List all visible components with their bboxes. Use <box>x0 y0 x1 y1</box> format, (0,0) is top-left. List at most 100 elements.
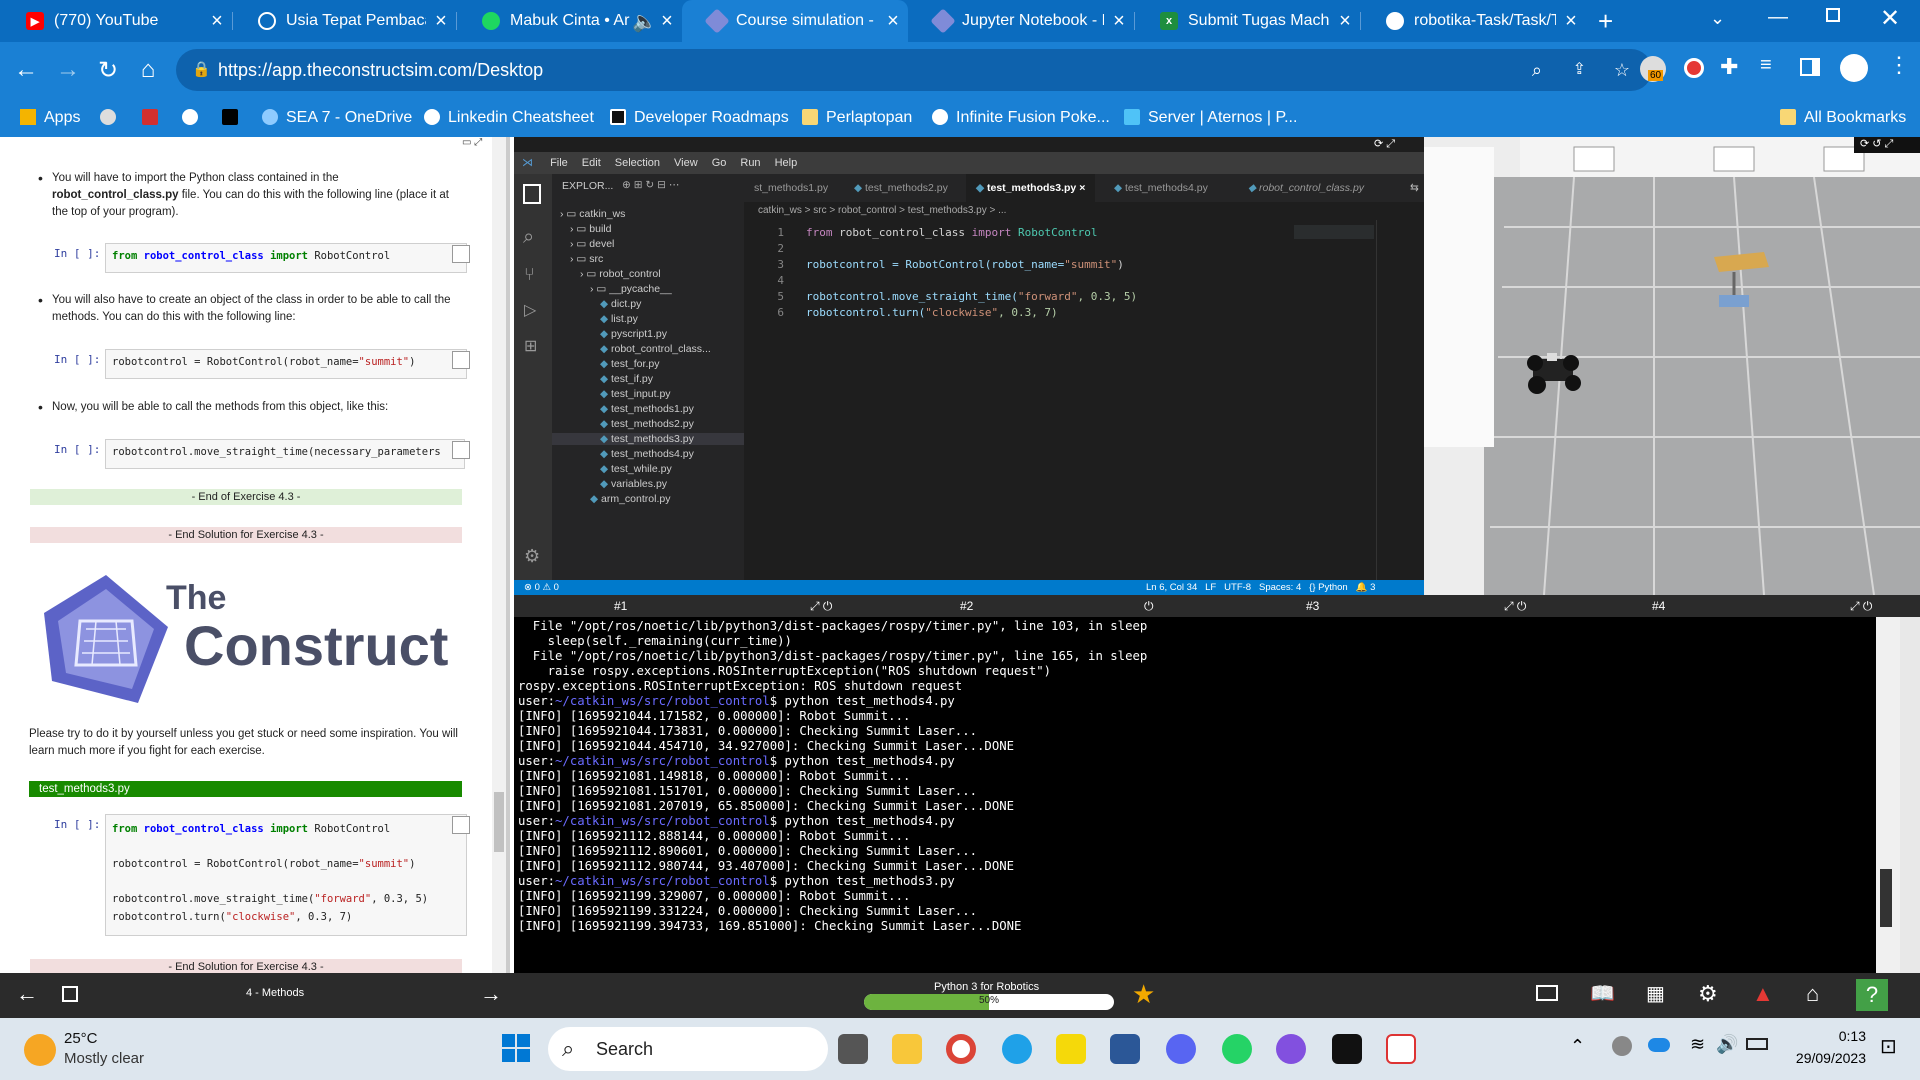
terminal-scrollbar[interactable] <box>1876 617 1920 973</box>
code-line-3[interactable]: 3 robotcontrol = RobotControl(robot_name=… <box>744 257 1424 273</box>
search-icon[interactable]: ⌕ <box>523 226 534 249</box>
copy-icon[interactable] <box>452 245 470 263</box>
openai-icon[interactable]: ⚙ <box>1698 981 1718 1007</box>
warning-icon[interactable]: ▲ <box>1752 981 1774 1007</box>
tab-close-icon[interactable]: × <box>878 10 908 33</box>
tree-file[interactable]: ◆ test_while.py <box>600 463 672 475</box>
tab-close-icon[interactable]: × <box>1330 10 1360 33</box>
sticky-notes-icon[interactable] <box>1056 1034 1086 1064</box>
tree-file[interactable]: ◆ test_for.py <box>600 358 659 370</box>
menu-file[interactable]: File <box>550 152 568 174</box>
home-icon[interactable]: ⌂ <box>1806 981 1819 1007</box>
clock-time[interactable]: 0:13 <box>1786 1028 1866 1044</box>
minimap[interactable] <box>1294 225 1374 239</box>
close-window-button[interactable]: ✕ <box>1880 4 1900 33</box>
code-cell-call[interactable]: In [ ]: robotcontrol.move_straight_time(… <box>30 439 470 469</box>
new-tab-button[interactable]: + <box>1598 6 1613 37</box>
terminal-tab-3-controls[interactable]: ⤢ ⏻ <box>1504 595 1526 617</box>
menu-edit[interactable]: Edit <box>582 152 601 174</box>
battery-icon[interactable] <box>1746 1038 1768 1050</box>
book-icon[interactable]: 📖 <box>1590 981 1615 1006</box>
source-control-icon[interactable]: ⑂ <box>524 264 535 285</box>
tab-spotify[interactable]: Mabuk Cinta • Ar 🔈 × <box>456 0 682 42</box>
bookmark-onedrive[interactable]: SEA 7 - OneDrive <box>262 99 412 137</box>
tree-file[interactable]: ◆ test_if.py <box>600 373 653 385</box>
tree-file[interactable]: ◆ test_methods1.py <box>600 403 694 415</box>
star-icon[interactable]: ★ <box>1132 979 1155 1010</box>
editor-scrollbar[interactable] <box>1376 220 1388 580</box>
bookmark-all[interactable]: All Bookmarks <box>1780 99 1906 137</box>
wifi-icon[interactable]: ≋ <box>1690 1034 1705 1055</box>
tray-app-icon[interactable] <box>1612 1036 1632 1056</box>
extensions-icon[interactable]: ⊞ <box>524 336 537 356</box>
tab-course-simulation[interactable]: Course simulation - P × <box>682 0 908 42</box>
start-button[interactable] <box>502 1034 530 1062</box>
editor-tab-robot-control-class[interactable]: ◆ robot_control_class.py <box>1238 174 1374 202</box>
address-bar[interactable]: 🔒 https://app.theconstructsim.com/Deskto… <box>176 49 1652 91</box>
code-cell-object[interactable]: In [ ]: robotcontrol = RobotControl(robo… <box>30 349 470 379</box>
weather-text[interactable]: Mostly clear <box>64 1050 144 1067</box>
code-line-2[interactable]: 2 <box>744 241 1424 257</box>
tree-file[interactable]: ◆ robot_control_class... <box>600 343 711 355</box>
tree-file[interactable]: ◆ variables.py <box>600 478 667 490</box>
menu-run[interactable]: Run <box>740 152 760 174</box>
copy-icon[interactable] <box>452 351 470 369</box>
sidepanel-icon[interactable] <box>1800 58 1820 76</box>
editor-tab-test-methods2[interactable]: ◆ test_methods2.py <box>844 174 958 202</box>
code-cell-import[interactable]: In [ ]: from robot_control_class import … <box>30 243 470 273</box>
terminal-tab-1-controls[interactable]: ⤢ ⏻ <box>810 595 832 617</box>
clock-date[interactable]: 29/09/2023 <box>1786 1050 1866 1066</box>
snipping-tool-icon[interactable] <box>1386 1034 1416 1064</box>
tree-file[interactable]: ◆ list.py <box>600 313 638 325</box>
tab-jupyter[interactable]: Jupyter Notebook - P × <box>908 0 1134 42</box>
tree-file[interactable]: ◆ test_methods4.py <box>600 448 694 460</box>
menu-help[interactable]: Help <box>775 152 798 174</box>
record-extension-icon[interactable] <box>1684 58 1704 78</box>
help-button[interactable]: ? <box>1856 979 1888 1011</box>
minimize-button[interactable]: — <box>1768 6 1788 29</box>
editor-tab-test-methods1[interactable]: st_methods1.py <box>744 174 838 202</box>
tab-usia[interactable]: Usia Tepat Pembaca R× <box>232 0 456 42</box>
panel-window-icons[interactable]: ⟳ ⤢ <box>1374 137 1424 152</box>
bookmark-apps[interactable]: Apps <box>20 99 80 137</box>
copy-icon[interactable] <box>452 816 470 834</box>
star-icon[interactable]: ☆ <box>1614 49 1630 91</box>
code-cell-solution[interactable]: In [ ]: from robot_control_class import … <box>30 814 470 936</box>
tab-submit-tugas[interactable]: x Submit Tugas Machin × <box>1134 0 1360 42</box>
bookmark-icon-2[interactable] <box>142 99 166 137</box>
tree-file[interactable]: ◆ test_input.py <box>600 388 671 400</box>
code-line-5[interactable]: 5 robotcontrol.move_straight_time("forwar… <box>744 289 1424 305</box>
profile-avatar[interactable] <box>1840 54 1868 82</box>
onedrive-icon[interactable] <box>1648 1038 1670 1052</box>
copy-icon[interactable] <box>452 441 470 459</box>
temperature[interactable]: 25°C <box>64 1030 98 1047</box>
back-icon[interactable]: ← <box>12 56 40 84</box>
bookmark-icon-4[interactable] <box>222 99 246 137</box>
tree-file[interactable]: ◆ dict.py <box>600 298 641 310</box>
bookmark-linkedin-cheatsheet[interactable]: Linkedin Cheatsheet <box>424 99 594 137</box>
tree-folder[interactable]: › ▭ devel <box>570 238 614 250</box>
tab-close-icon[interactable]: × <box>1104 10 1134 33</box>
edge-icon[interactable] <box>1002 1034 1032 1064</box>
home-icon[interactable]: ⌂ <box>134 56 162 84</box>
terminal-output[interactable]: File "/opt/ros/noetic/lib/python3/dist-p… <box>514 617 1876 973</box>
gazebo-simulation[interactable]: ⟳ ↺ ⤢ <box>1424 137 1920 595</box>
tree-file[interactable]: ◆ test_methods2.py <box>600 418 694 430</box>
menu-icon[interactable]: ⋮ <box>1888 52 1910 78</box>
weather-icon[interactable] <box>24 1034 56 1066</box>
github-desktop-icon[interactable] <box>1276 1034 1306 1064</box>
editor-tab-test-methods3[interactable]: ◆ test_methods3.py × <box>966 174 1096 202</box>
media-icon[interactable]: ≡ <box>1760 54 1772 77</box>
tree-folder[interactable]: › ▭ catkin_ws <box>560 208 625 220</box>
bookmark-aternos[interactable]: Server | Aternos | P... <box>1124 99 1297 137</box>
tree-folder[interactable]: › ▭ build <box>570 223 611 235</box>
whatsapp-icon[interactable] <box>1222 1034 1252 1064</box>
tree-folder[interactable]: › ▭ robot_control <box>580 268 661 280</box>
close-icon[interactable]: × <box>1079 182 1085 194</box>
bookmark-infinite-fusion[interactable]: Infinite Fusion Poke... <box>932 99 1110 137</box>
notebook-toggle-icon[interactable] <box>62 986 78 1002</box>
tree-folder[interactable]: › ▭ __pycache__ <box>590 283 672 295</box>
code-line-6[interactable]: 6 robotcontrol.turn("clockwise", 0.3, 7) <box>744 305 1424 321</box>
tab-search-chevron-icon[interactable]: ⌄ <box>1710 8 1725 29</box>
extension-icon[interactable]: 60 <box>1640 56 1666 82</box>
